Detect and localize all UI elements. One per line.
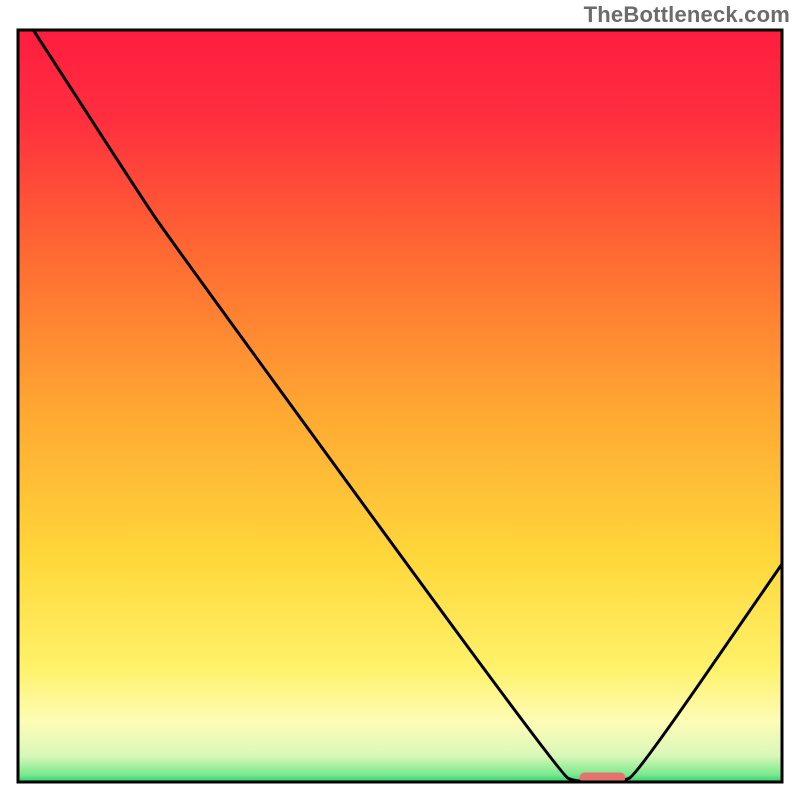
gradient-background xyxy=(18,30,782,782)
chart-stage: TheBottleneck.com xyxy=(0,0,800,800)
watermark-text: TheBottleneck.com xyxy=(584,2,790,28)
bottleneck-chart xyxy=(0,0,800,800)
